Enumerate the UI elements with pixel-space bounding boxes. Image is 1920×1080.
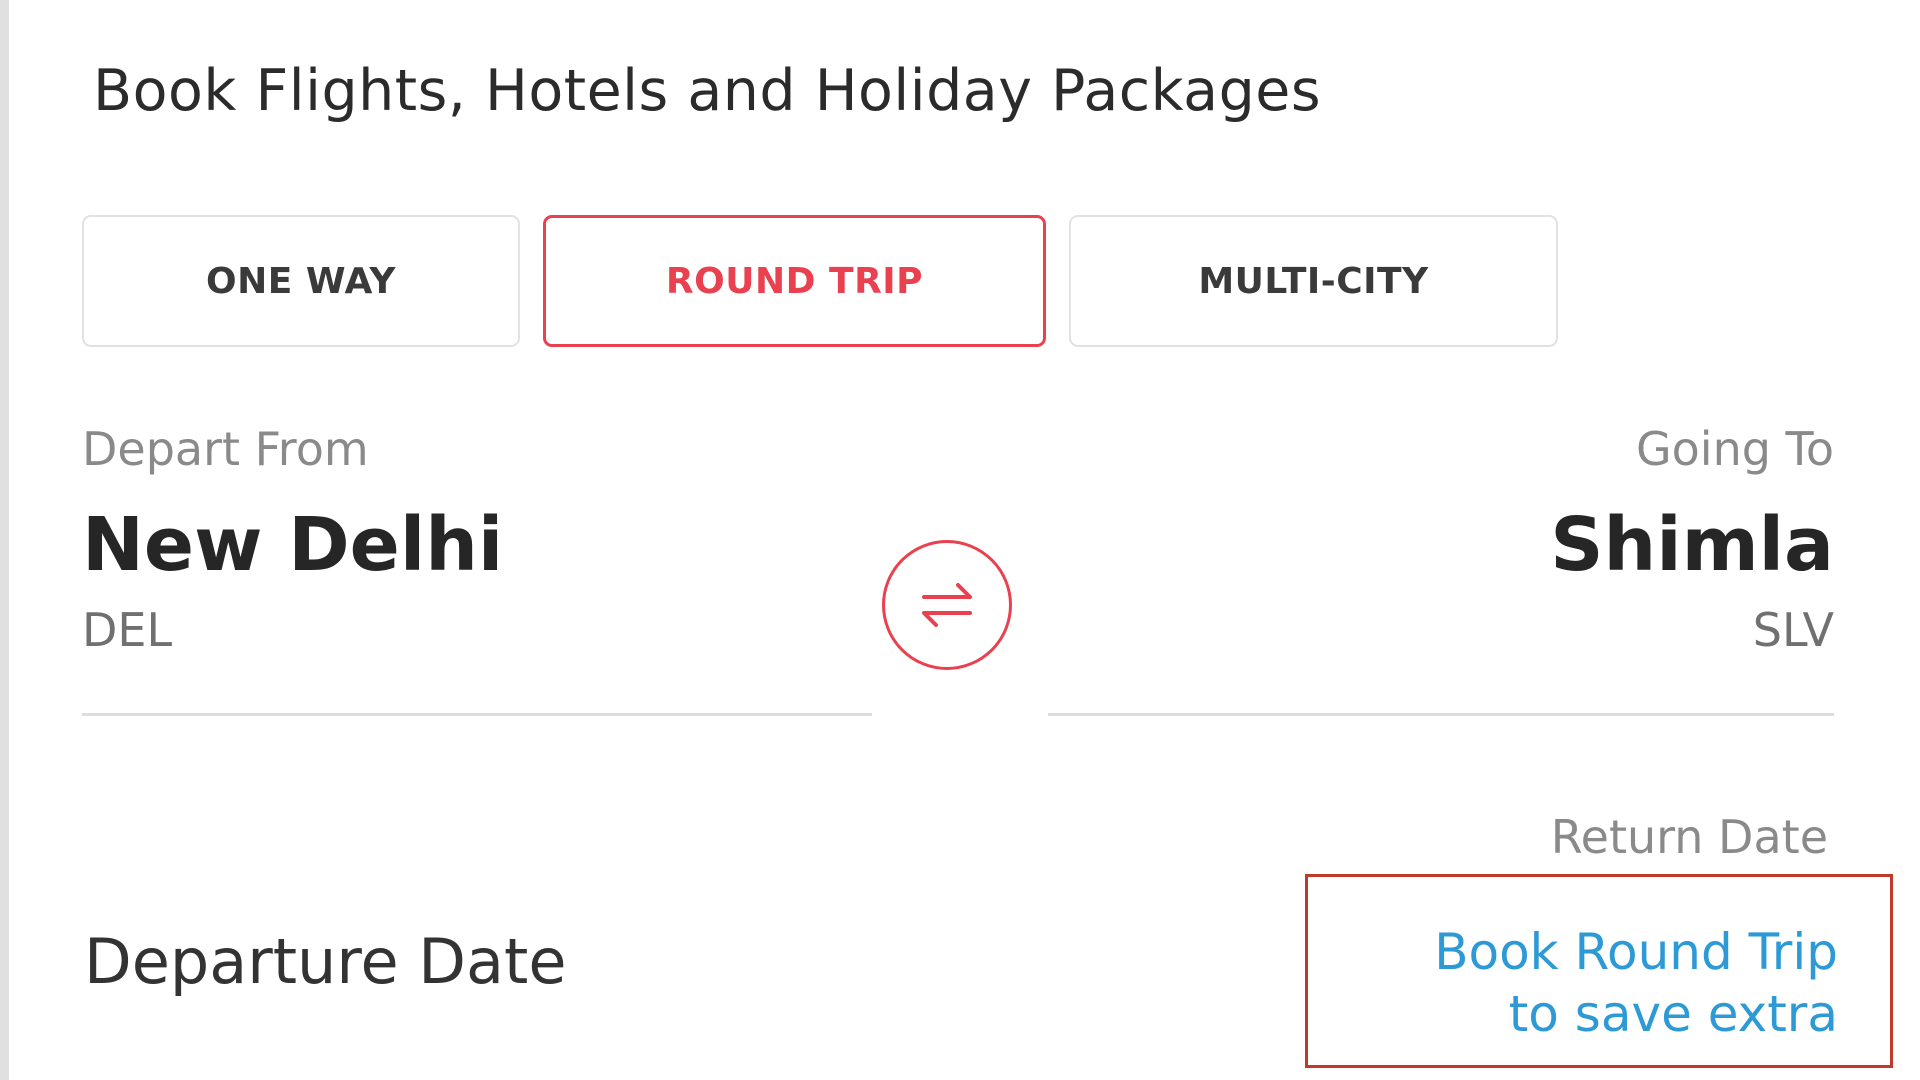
book-round-trip-link[interactable]: Book Round Trip to save extra <box>1305 874 1893 1068</box>
swap-arrows-icon <box>922 583 972 627</box>
promo-line-1: Book Round Trip <box>1434 923 1838 981</box>
departure-date-field[interactable]: Departure Date <box>84 925 567 998</box>
depart-from-underline <box>82 713 872 716</box>
page-title: Book Flights, Hotels and Holiday Package… <box>93 58 1322 124</box>
going-to-city: Shimla <box>1550 502 1834 588</box>
going-to-code: SLV <box>1752 603 1834 657</box>
depart-from-label: Depart From <box>82 422 369 476</box>
left-divider <box>0 0 9 1080</box>
tab-multi-city[interactable]: MULTI-CITY <box>1069 215 1558 347</box>
depart-from-code: DEL <box>82 603 173 657</box>
booking-widget: Book Flights, Hotels and Holiday Package… <box>0 0 1920 1080</box>
going-to-field[interactable]: Going To Shimla SLV <box>1048 420 1834 660</box>
swap-cities-button[interactable] <box>882 540 1012 670</box>
going-to-underline <box>1048 713 1834 716</box>
promo-line-2: to save extra <box>1508 985 1838 1043</box>
tab-round-trip[interactable]: ROUND TRIP <box>543 215 1046 347</box>
depart-from-field[interactable]: Depart From New Delhi DEL <box>82 420 872 660</box>
going-to-label: Going To <box>1636 422 1834 476</box>
return-date-label: Return Date <box>1550 810 1828 864</box>
tab-one-way[interactable]: ONE WAY <box>82 215 520 347</box>
depart-from-city: New Delhi <box>82 502 504 588</box>
